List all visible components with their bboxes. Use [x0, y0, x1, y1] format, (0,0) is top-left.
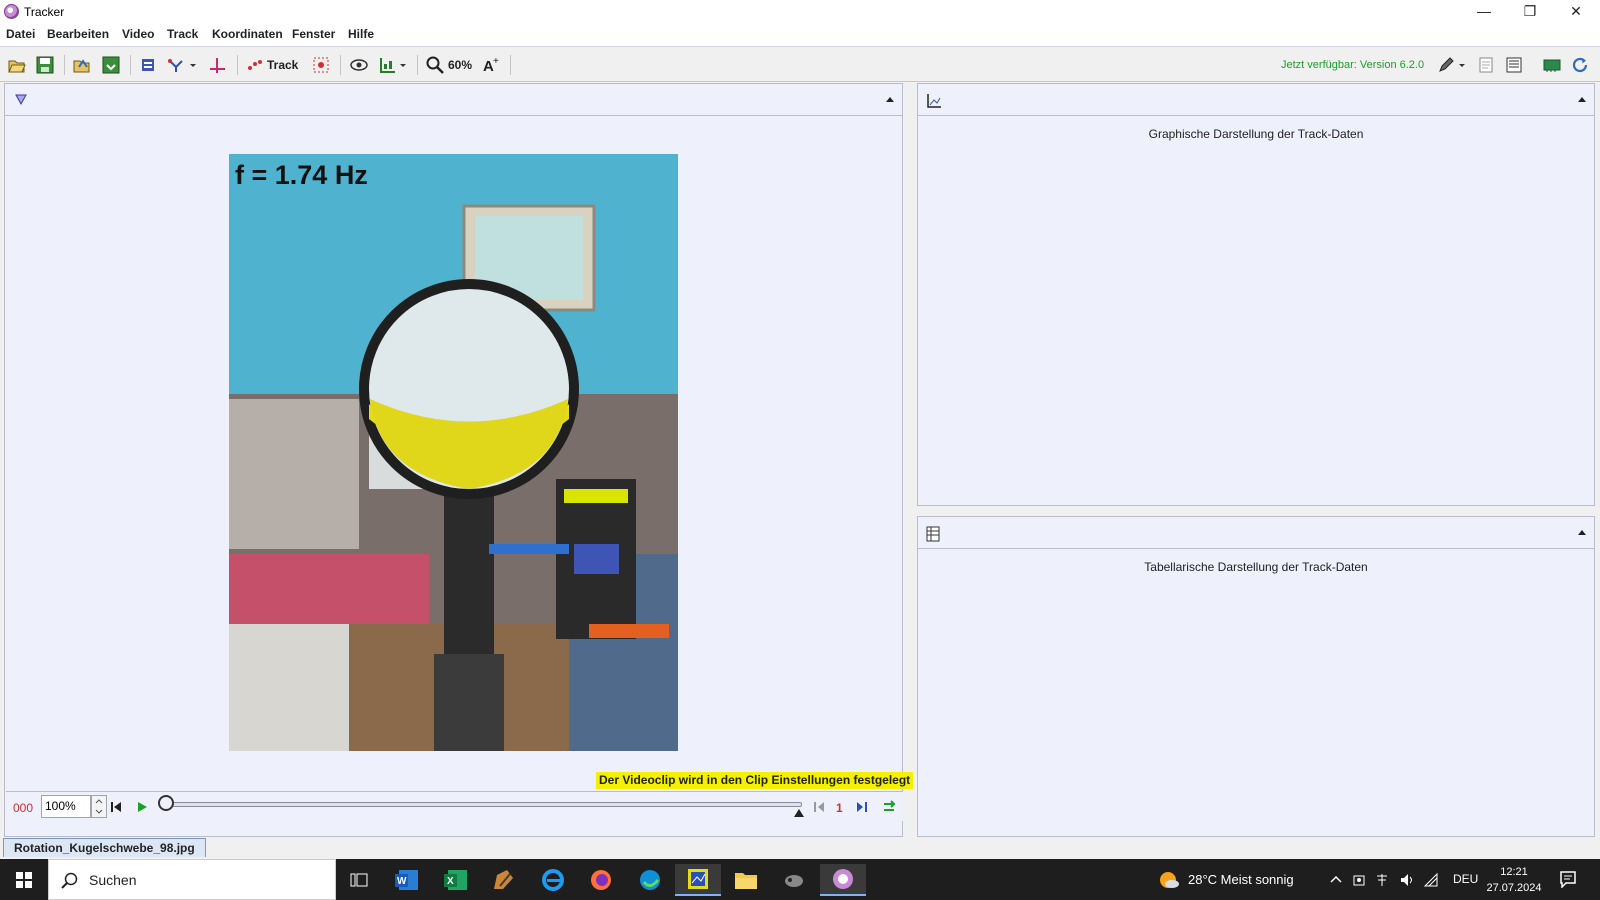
- save-icon[interactable]: [36, 55, 54, 75]
- volume-icon[interactable]: [1399, 872, 1415, 888]
- menu-coordinates[interactable]: Koordinaten: [212, 27, 283, 41]
- minimize-button[interactable]: —: [1461, 0, 1507, 24]
- windows-logo-icon: [16, 872, 32, 888]
- collapse-arrow-icon[interactable]: [1578, 97, 1586, 102]
- plot-panel-header: [918, 84, 1594, 116]
- menu-track[interactable]: Track: [167, 27, 198, 41]
- description-icon[interactable]: [1506, 55, 1522, 75]
- filter-icon[interactable]: [15, 94, 27, 106]
- notes-icon[interactable]: [1479, 55, 1493, 75]
- font-size-icon[interactable]: A +: [482, 55, 500, 75]
- svg-text:W: W: [397, 876, 407, 887]
- maximize-button[interactable]: ❐: [1507, 0, 1553, 24]
- clip-settings-note: Der Videoclip wird in den Clip Einstellu…: [596, 772, 914, 789]
- table-panel: Tabellarische Darstellung der Track-Date…: [917, 516, 1595, 837]
- player-bar: 000 100% 1: [6, 791, 903, 821]
- plot-icon[interactable]: [926, 93, 942, 109]
- notifications-icon[interactable]: [1559, 870, 1577, 888]
- calibration-tools-icon[interactable]: [168, 55, 198, 75]
- frame-counter: 000: [13, 801, 34, 815]
- open-folder-icon[interactable]: [8, 55, 26, 75]
- video-frame[interactable]: f = 1.74 Hz: [229, 154, 678, 751]
- playback-rate-field[interactable]: 100%: [41, 795, 91, 818]
- menu-bar: Datei Bearbeiten Video Track Koordinaten…: [0, 24, 1600, 46]
- collapse-arrow-icon[interactable]: [886, 97, 894, 102]
- wifi-icon[interactable]: [1423, 872, 1439, 888]
- plot-panel-caption: Graphische Darstellung der Track-Daten: [1148, 127, 1364, 141]
- collapse-arrow-icon[interactable]: [1578, 530, 1586, 535]
- title-bar: Tracker — ❐ ✕: [0, 0, 1600, 24]
- track-control-icon[interactable]: [312, 55, 330, 75]
- step-forward-icon[interactable]: [856, 801, 868, 813]
- internet-explorer-icon[interactable]: [530, 864, 576, 896]
- refresh-icon[interactable]: [1571, 55, 1589, 75]
- import-video-icon[interactable]: [73, 55, 91, 75]
- menu-edit[interactable]: Bearbeiten: [47, 27, 109, 41]
- search-label: Suchen: [89, 872, 137, 888]
- frame-number: 1: [836, 801, 843, 815]
- table-icon[interactable]: [926, 526, 940, 542]
- menu-video[interactable]: Video: [122, 27, 154, 41]
- visibility-eye-icon[interactable]: [350, 55, 368, 75]
- track-button-label: Track: [267, 58, 299, 72]
- close-button[interactable]: ✕: [1553, 0, 1599, 24]
- task-view-icon[interactable]: [336, 864, 382, 896]
- input-method-icon[interactable]: [1375, 872, 1391, 888]
- main-toolbar: Track 60% A + Jetzt verfügbar: Version 6.…: [0, 46, 1600, 82]
- meet-now-icon[interactable]: [1352, 872, 1366, 888]
- footprint-options-icon[interactable]: [378, 55, 408, 75]
- media-app-icon[interactable]: [771, 864, 817, 896]
- language-indicator[interactable]: DEU: [1453, 872, 1478, 886]
- firefox-icon[interactable]: [578, 864, 624, 896]
- update-available-note[interactable]: Jetzt verfügbar: Version 6.2.0: [1281, 59, 1424, 71]
- taskbar-search[interactable]: Suchen: [48, 859, 336, 900]
- svg-text:X: X: [447, 876, 454, 887]
- end-marker-icon[interactable]: [793, 808, 805, 818]
- menu-window[interactable]: Fenster: [292, 27, 335, 41]
- rate-spinner[interactable]: [91, 795, 107, 818]
- create-track-button[interactable]: Track: [247, 55, 298, 75]
- memory-icon[interactable]: [1543, 55, 1561, 75]
- tracker-task-icon[interactable]: [675, 864, 721, 896]
- video-panel-header: [5, 84, 902, 116]
- menu-help[interactable]: Hilfe: [348, 27, 374, 41]
- clock-date: 27.07.2024: [1486, 882, 1542, 894]
- tray-chevron-up-icon[interactable]: [1330, 874, 1342, 884]
- windows-taskbar: Suchen W X 28°C Meist sonnig DEU 12:21 2…: [0, 859, 1600, 900]
- excel-icon[interactable]: X: [433, 864, 479, 896]
- search-icon: [61, 872, 78, 889]
- slider-thumb[interactable]: [158, 795, 174, 811]
- svg-text:+: +: [493, 56, 499, 67]
- rewind-icon[interactable]: [110, 801, 122, 813]
- zoom-level: 60%: [448, 58, 473, 72]
- frame-slider[interactable]: [166, 802, 802, 807]
- system-clock[interactable]: 12:21 27.07.2024: [1479, 864, 1549, 896]
- table-panel-header: [918, 517, 1594, 549]
- file-explorer-icon[interactable]: [723, 864, 769, 896]
- step-back-icon[interactable]: [813, 801, 825, 813]
- word-icon[interactable]: W: [384, 864, 430, 896]
- export-icon[interactable]: [102, 55, 120, 75]
- edge-icon[interactable]: [627, 864, 673, 896]
- weather-text[interactable]: 28°C Meist sonnig: [1188, 872, 1294, 887]
- paint-icon[interactable]: [481, 864, 527, 896]
- video-image: [229, 154, 678, 751]
- start-button[interactable]: [0, 859, 48, 900]
- window-title: Tracker: [24, 5, 65, 19]
- zoom-button[interactable]: 60%: [426, 55, 472, 75]
- tracker-app-task-icon[interactable]: [820, 864, 866, 896]
- pencil-drawing-icon[interactable]: [1437, 55, 1467, 75]
- play-icon[interactable]: [136, 801, 148, 813]
- frequency-overlay: f = 1.74 Hz: [235, 160, 368, 190]
- file-tab[interactable]: Rotation_Kugelschwebe_98.jpg: [3, 838, 206, 857]
- clock-time: 12:21: [1500, 866, 1528, 878]
- plot-panel: Graphische Darstellung der Track-Daten: [917, 83, 1595, 506]
- weather-sunny-icon[interactable]: [1158, 870, 1180, 890]
- loop-icon[interactable]: [882, 800, 896, 814]
- tracker-app-icon: [4, 4, 19, 19]
- clip-settings-icon[interactable]: [140, 55, 156, 75]
- menu-file[interactable]: Datei: [6, 27, 35, 41]
- axes-icon[interactable]: [208, 55, 226, 75]
- table-panel-caption: Tabellarische Darstellung der Track-Date…: [1144, 560, 1368, 574]
